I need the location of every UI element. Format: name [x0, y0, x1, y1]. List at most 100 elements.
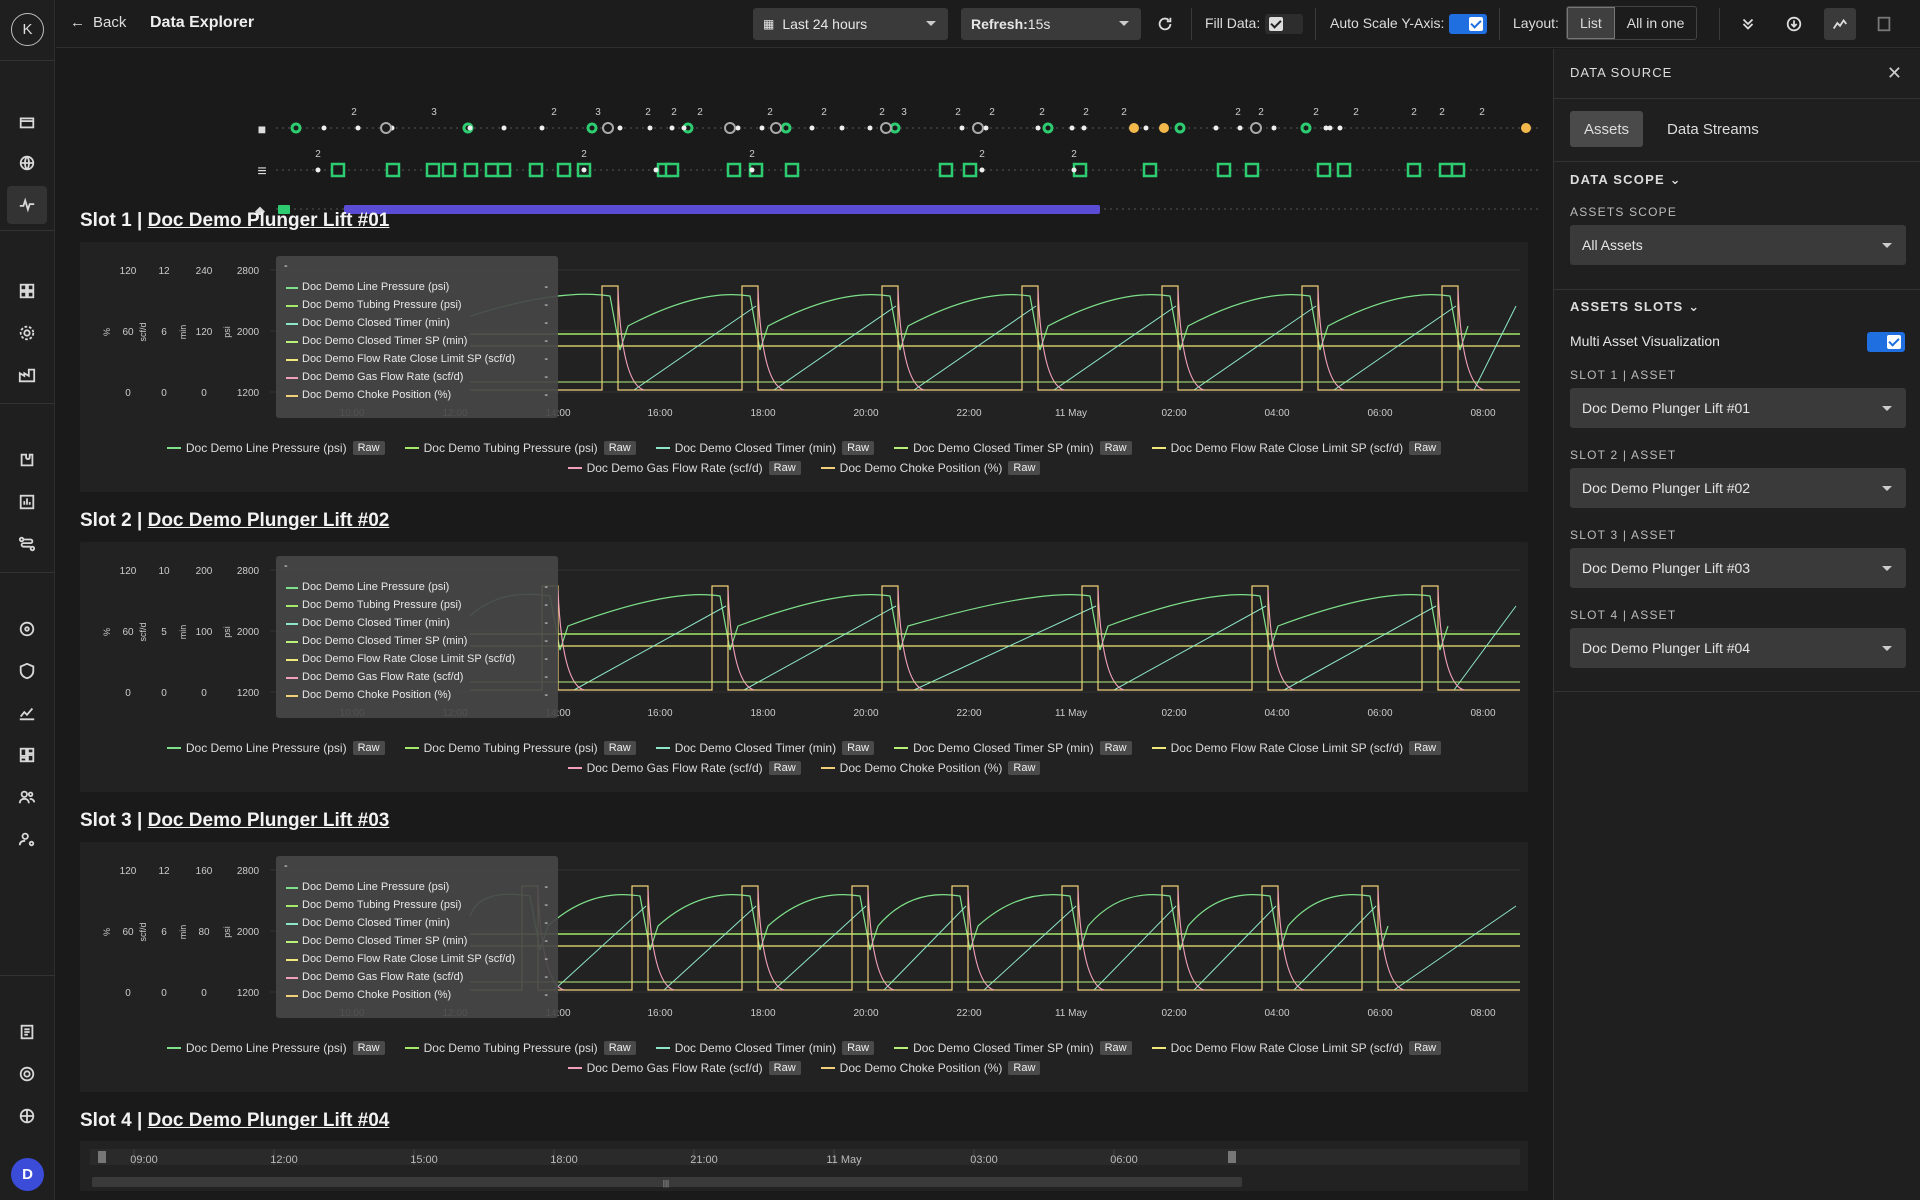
legend-item[interactable]: Doc Demo Choke Position (%) Raw: [820, 458, 1041, 478]
x-tick-label: 04:00: [1264, 1008, 1289, 1019]
world-icon[interactable]: [7, 1097, 47, 1135]
legend-item[interactable]: Doc Demo Closed Timer (min) Raw: [655, 738, 875, 758]
slot-3-chart[interactable]: 120 60 0% 12 6 0 scf/d 160 80 0 min 2800 2000 1200 psi…: [80, 842, 1528, 1092]
event-marker: [1250, 122, 1262, 134]
gear-icon[interactable]: [7, 314, 47, 352]
app-logo[interactable]: K: [11, 13, 44, 46]
raw-badge[interactable]: Raw: [603, 741, 636, 755]
raw-badge[interactable]: Raw: [1008, 1061, 1041, 1075]
pulse-icon[interactable]: [7, 186, 47, 224]
legend-item[interactable]: Doc Demo Flow Rate Close Limit SP (scf/d…: [1151, 1038, 1442, 1058]
multi-asset-toggle[interactable]: [1867, 332, 1905, 352]
y-tick-label: 160: [196, 866, 213, 877]
legend-item[interactable]: Doc Demo Tubing Pressure (psi) Raw: [404, 738, 636, 758]
raw-badge[interactable]: Raw: [603, 441, 636, 455]
chart-view-icon[interactable]: [1824, 8, 1856, 40]
layout-list-option[interactable]: List: [1567, 7, 1615, 39]
docs-icon[interactable]: [7, 1013, 47, 1051]
tab-assets[interactable]: Assets: [1570, 111, 1644, 147]
assets-scope-select[interactable]: All Assets: [1570, 225, 1906, 265]
legend-item[interactable]: Doc Demo Flow Rate Close Limit SP (scf/d…: [1151, 738, 1442, 758]
x-tick-label: 04:00: [1264, 708, 1289, 719]
legend-item[interactable]: Doc Demo Gas Flow Rate (scf/d) Raw: [567, 1058, 801, 1078]
slot-asset-link[interactable]: Doc Demo Plunger Lift #04: [148, 1110, 390, 1131]
legend-item[interactable]: Doc Demo Line Pressure (psi) Raw: [166, 738, 385, 758]
legend-item[interactable]: Doc Demo Gas Flow Rate (scf/d) Raw: [567, 458, 801, 478]
assets-slots-section[interactable]: ASSETS SLOTS ⌄: [1570, 299, 1700, 315]
raw-badge[interactable]: Raw: [603, 1041, 636, 1055]
legend-item[interactable]: Doc Demo Line Pressure (psi) Raw: [166, 438, 385, 458]
event-timeline[interactable]: ■≡◆2 3 2 3 2 2 2 2 2 2 3 2 2 2 2 2 2 2 2 2 2 2 22 2 2 2 2: [246, 65, 1546, 215]
raw-badge[interactable]: Raw: [1409, 441, 1442, 455]
raw-badge[interactable]: Raw: [1099, 441, 1132, 455]
slot-3-asset-select[interactable]: Doc Demo Plunger Lift #03: [1570, 548, 1906, 588]
raw-badge[interactable]: Raw: [842, 1041, 875, 1055]
slot-4-asset-select[interactable]: Doc Demo Plunger Lift #04: [1570, 628, 1906, 668]
fill-data-checkbox[interactable]: [1265, 14, 1303, 34]
legend-item[interactable]: Doc Demo Choke Position (%) Raw: [820, 1058, 1041, 1078]
legend-item[interactable]: Doc Demo Closed Timer SP (min) Raw: [894, 438, 1132, 458]
legend-item[interactable]: Doc Demo Closed Timer SP (min) Raw: [894, 1038, 1132, 1058]
raw-badge[interactable]: Raw: [1008, 461, 1041, 475]
raw-badge[interactable]: Raw: [1008, 761, 1041, 775]
raw-badge[interactable]: Raw: [1099, 741, 1132, 755]
avatar[interactable]: D: [11, 1158, 44, 1191]
raw-badge[interactable]: Raw: [352, 441, 385, 455]
factory-icon[interactable]: [7, 356, 47, 394]
slot-1-asset-select[interactable]: Doc Demo Plunger Lift #01: [1570, 388, 1906, 428]
raw-badge[interactable]: Raw: [352, 741, 385, 755]
refresh-icon[interactable]: [1153, 12, 1177, 36]
report-icon[interactable]: [7, 483, 47, 521]
legend-item[interactable]: Doc Demo Choke Position (%) Raw: [820, 758, 1041, 778]
raw-badge[interactable]: Raw: [1099, 1041, 1132, 1055]
legend-item[interactable]: Doc Demo Tubing Pressure (psi) Raw: [404, 1038, 636, 1058]
hazard-icon[interactable]: [7, 610, 47, 648]
refresh-select[interactable]: Refresh: 15s: [961, 8, 1141, 40]
tab-data-streams[interactable]: Data Streams: [1653, 111, 1773, 147]
time-navigator[interactable]: 09:00 12:00 15:00 18:00 21:00 11 May 03:00 06:0…: [80, 1141, 1528, 1191]
legend-item[interactable]: Doc Demo Closed Timer SP (min) Raw: [894, 738, 1132, 758]
slot-asset-link[interactable]: Doc Demo Plunger Lift #01: [148, 210, 390, 231]
legend-item[interactable]: Doc Demo Closed Timer (min) Raw: [655, 1038, 875, 1058]
legend-label: Doc Demo Line Pressure (psi): [185, 441, 347, 455]
apps-icon[interactable]: [7, 272, 47, 310]
legend-item[interactable]: Doc Demo Tubing Pressure (psi) Raw: [404, 438, 636, 458]
collapse-all-icon[interactable]: [1732, 8, 1764, 40]
legend-item[interactable]: Doc Demo Gas Flow Rate (scf/d) Raw: [567, 758, 801, 778]
puzzle-icon[interactable]: [7, 441, 47, 479]
legend-item[interactable]: Doc Demo Line Pressure (psi) Raw: [166, 1038, 385, 1058]
raw-badge[interactable]: Raw: [768, 461, 801, 475]
raw-badge[interactable]: Raw: [768, 1061, 801, 1075]
close-icon[interactable]: ✕: [1887, 63, 1902, 84]
raw-badge[interactable]: Raw: [842, 441, 875, 455]
trend-icon[interactable]: [7, 694, 47, 732]
back-button[interactable]: ← Back: [70, 14, 126, 31]
raw-badge[interactable]: Raw: [768, 761, 801, 775]
slot-2-chart[interactable]: 120 60 0% 10 5 0 scf/d 200 100 0 min 2800 2000 1200 ps…: [80, 542, 1528, 792]
help-icon[interactable]: [7, 1055, 47, 1093]
raw-badge[interactable]: Raw: [1409, 1041, 1442, 1055]
user-settings-icon[interactable]: [7, 820, 47, 858]
series-swatch: [286, 323, 298, 325]
legend-item[interactable]: Doc Demo Flow Rate Close Limit SP (scf/d…: [1151, 438, 1442, 458]
dashboard-icon[interactable]: [7, 736, 47, 774]
shield-icon[interactable]: [7, 652, 47, 690]
users-icon[interactable]: [7, 778, 47, 816]
route-icon[interactable]: [7, 525, 47, 563]
auto-scale-toggle[interactable]: [1449, 14, 1487, 34]
slot-asset-link[interactable]: Doc Demo Plunger Lift #03: [148, 810, 390, 831]
slot-asset-link[interactable]: Doc Demo Plunger Lift #02: [148, 510, 390, 531]
raw-badge[interactable]: Raw: [352, 1041, 385, 1055]
panel-toggle-icon[interactable]: [1868, 8, 1900, 40]
download-icon[interactable]: [1778, 8, 1810, 40]
data-scope-section[interactable]: DATA SCOPE ⌄: [1570, 172, 1682, 188]
time-range-select[interactable]: ▦ Last 24 hours: [753, 8, 948, 40]
layout-all-in-one-option[interactable]: All in one: [1615, 7, 1697, 39]
raw-badge[interactable]: Raw: [842, 741, 875, 755]
slot-2-asset-select[interactable]: Doc Demo Plunger Lift #02: [1570, 468, 1906, 508]
slot-1-chart[interactable]: 120 60 0% 12 6 0 scf/d 240 120 0 min 2800 2000 1200 ps…: [80, 242, 1528, 492]
globe-icon[interactable]: [7, 144, 47, 182]
legend-item[interactable]: Doc Demo Closed Timer (min) Raw: [655, 438, 875, 458]
raw-badge[interactable]: Raw: [1409, 741, 1442, 755]
home-icon[interactable]: [7, 103, 47, 141]
